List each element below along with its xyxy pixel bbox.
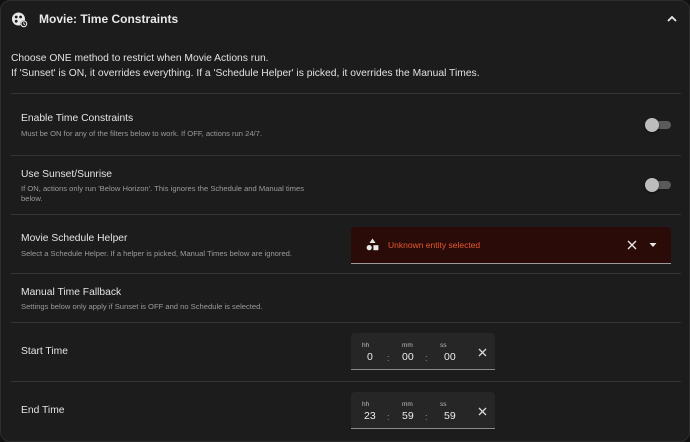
row-manual-time-fallback: Manual Time Fallback Settings below only… [11, 273, 681, 322]
clear-icon[interactable] [478, 348, 487, 357]
clear-icon[interactable] [478, 407, 487, 416]
row-title: Use Sunset/Sunrise [21, 169, 113, 180]
row-title: Start Time [21, 346, 68, 357]
row-description-line-2: below. [21, 194, 43, 203]
time-constraints-card: Movie: Time Constraints Choose ONE metho… [0, 0, 690, 442]
intro-line-1: Choose ONE method to restrict when Movie… [11, 53, 269, 64]
schedule-entity-picker[interactable]: Unknown entity selected [351, 227, 671, 264]
entity-error-text: Unknown entity selected [388, 240, 481, 250]
seconds-label: ss [440, 401, 447, 408]
row-title: Enable Time Constraints [21, 113, 134, 124]
hours-label: hh [362, 342, 370, 349]
time-separator: : [425, 353, 428, 363]
minutes-label: mm [402, 342, 413, 349]
section-title: Movie: Time Constraints [39, 12, 179, 26]
time-separator: : [387, 412, 390, 422]
hours-value[interactable]: 0 [367, 351, 373, 363]
dropdown-arrow-icon[interactable] [649, 241, 657, 249]
time-separator: : [425, 412, 428, 422]
row-title: Movie Schedule Helper [21, 233, 128, 244]
row-description: Must be ON for any of the filters below … [21, 129, 262, 138]
chevron-up-icon[interactable] [665, 12, 679, 26]
row-enable-time-constraints: Enable Time Constraints Must be ON for a… [11, 93, 681, 155]
seconds-value[interactable]: 59 [444, 410, 456, 422]
minutes-value[interactable]: 00 [402, 351, 414, 363]
row-use-sunset-sunrise: Use Sunset/Sunrise If ON, actions only r… [11, 155, 681, 214]
seconds-value[interactable]: 00 [444, 351, 456, 363]
time-separator: : [387, 353, 390, 363]
movie-clock-icon [12, 12, 28, 28]
end-time-input[interactable]: hh 23 : mm 59 : ss 59 [351, 392, 495, 429]
hours-label: hh [362, 401, 370, 408]
seconds-label: ss [440, 342, 447, 349]
intro-text: Choose ONE method to restrict when Movie… [11, 51, 681, 81]
clear-icon[interactable] [627, 240, 637, 250]
row-end-time: End Time hh 23 : mm 59 : ss 59 [11, 381, 681, 441]
enable-time-constraints-toggle[interactable] [645, 118, 671, 132]
row-title: End Time [21, 405, 65, 416]
row-description: Settings below only apply if Sunset is O… [21, 302, 263, 311]
shapes-icon [366, 238, 379, 251]
section-header[interactable]: Movie: Time Constraints [1, 1, 689, 38]
row-title: Manual Time Fallback [21, 287, 122, 298]
sunset-sunrise-toggle[interactable] [645, 178, 671, 192]
row-description-line-1: If ON, actions only run 'Below Horizon'.… [21, 184, 305, 193]
row-movie-schedule-helper: Movie Schedule Helper Select a Schedule … [11, 214, 681, 273]
row-description: Select a Schedule Helper. If a helper is… [21, 249, 292, 258]
minutes-label: mm [402, 401, 413, 408]
hours-value[interactable]: 23 [364, 410, 376, 422]
minutes-value[interactable]: 59 [402, 410, 414, 422]
row-start-time: Start Time hh 0 : mm 00 : ss 00 [11, 322, 681, 381]
intro-line-2: If 'Sunset' is ON, it overrides everythi… [11, 68, 480, 79]
start-time-input[interactable]: hh 0 : mm 00 : ss 00 [351, 333, 495, 370]
